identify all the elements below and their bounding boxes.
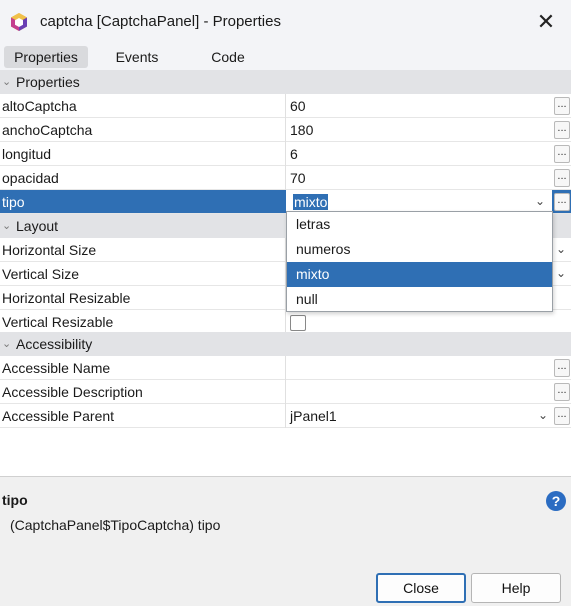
window-title: captcha [CaptchaPanel] - Properties — [40, 13, 281, 30]
property-name: Vertical Resizable — [2, 314, 114, 330]
property-name: altoCaptcha — [2, 98, 77, 114]
property-name: Accessible Description — [2, 384, 143, 400]
dropdown-option-null[interactable]: null — [287, 287, 552, 312]
tab-code[interactable]: Code — [200, 46, 256, 68]
dropdown-option-letras[interactable]: letras — [287, 212, 552, 237]
property-row-vertical-resizable[interactable]: Vertical Resizable — [0, 310, 571, 334]
column-divider — [285, 166, 286, 190]
property-name: anchoCaptcha — [2, 122, 93, 138]
chevron-down-icon: ⌄ — [2, 76, 12, 88]
property-name: tipo — [2, 194, 25, 210]
dialog-footer: Close Help — [0, 562, 571, 606]
help-icon[interactable]: ? — [546, 491, 566, 511]
custom-editor-button[interactable]: ... — [554, 193, 570, 211]
chevron-down-icon[interactable]: ⌄ — [538, 408, 548, 422]
section-accessibility[interactable]: ⌄ Accessibility — [0, 332, 571, 356]
dropdown-option-mixto[interactable]: mixto — [287, 262, 552, 287]
property-value[interactable]: jPanel1 — [290, 404, 337, 428]
property-value[interactable]: 180 — [290, 118, 313, 142]
column-divider — [285, 404, 286, 428]
help-button[interactable]: Help — [471, 573, 561, 603]
section-properties[interactable]: ⌄ Properties — [0, 70, 571, 94]
dropdown-option-numeros[interactable]: numeros — [287, 237, 552, 262]
column-divider — [285, 142, 286, 166]
custom-editor-button[interactable]: ... — [554, 383, 570, 401]
description-panel: tipo (CaptchaPanel$TipoCaptcha) tipo ? — [0, 476, 571, 562]
custom-editor-button[interactable]: ... — [554, 145, 570, 163]
property-row-accessible-description[interactable]: Accessible Description ... — [0, 380, 571, 404]
column-divider — [285, 118, 286, 142]
property-name: opacidad — [2, 170, 59, 186]
chevron-down-icon: ⌄ — [2, 220, 12, 232]
description-text: (CaptchaPanel$TipoCaptcha) tipo — [10, 517, 221, 533]
tab-properties[interactable]: Properties — [4, 46, 88, 68]
property-row-accessible-name[interactable]: Accessible Name ... — [0, 356, 571, 380]
property-name: Horizontal Size — [2, 242, 97, 258]
checkbox[interactable] — [290, 315, 306, 331]
selected-value-text: mixto — [293, 194, 329, 210]
title-bar: captcha [CaptchaPanel] - Properties ✕ — [0, 0, 571, 44]
chevron-down-icon[interactable]: ⌄ — [535, 194, 545, 208]
custom-editor-button[interactable]: ... — [554, 121, 570, 139]
tab-bar: Properties Events Code — [0, 44, 571, 70]
property-value[interactable]: 6 — [290, 142, 298, 166]
property-row-opacidad[interactable]: opacidad 70 ... — [0, 166, 571, 190]
column-divider — [285, 310, 286, 334]
property-name: Horizontal Resizable — [2, 290, 131, 306]
property-value[interactable]: 60 — [290, 94, 306, 118]
column-divider — [285, 380, 286, 404]
custom-editor-button[interactable]: ... — [554, 359, 570, 377]
property-name: Accessible Name — [2, 360, 111, 376]
tab-events[interactable]: Events — [104, 46, 170, 68]
custom-editor-button[interactable]: ... — [554, 407, 570, 425]
property-value[interactable]: 70 — [290, 166, 306, 190]
column-divider — [285, 94, 286, 118]
property-row-anchocaptcha[interactable]: anchoCaptcha 180 ... — [0, 118, 571, 142]
property-row-altocaptcha[interactable]: altoCaptcha 60 ... — [0, 94, 571, 118]
property-row-accessible-parent[interactable]: Accessible Parent jPanel1 ⌄ ... — [0, 404, 571, 428]
close-button[interactable]: Close — [376, 573, 466, 603]
chevron-down-icon[interactable]: ⌄ — [556, 242, 566, 256]
property-name: longitud — [2, 146, 52, 162]
close-icon[interactable]: ✕ — [532, 8, 560, 36]
chevron-down-icon[interactable]: ⌄ — [556, 266, 566, 280]
property-name: Vertical Size — [2, 266, 80, 282]
netbeans-cube-icon — [9, 12, 29, 32]
description-title: tipo — [2, 492, 28, 508]
column-divider — [285, 356, 286, 380]
custom-editor-button[interactable]: ... — [554, 97, 570, 115]
custom-editor-button[interactable]: ... — [554, 169, 570, 187]
tipo-dropdown-list[interactable]: letras numeros mixto null — [286, 211, 553, 312]
property-row-longitud[interactable]: longitud 6 ... — [0, 142, 571, 166]
property-name: Accessible Parent — [2, 408, 115, 424]
chevron-down-icon: ⌄ — [2, 338, 12, 350]
